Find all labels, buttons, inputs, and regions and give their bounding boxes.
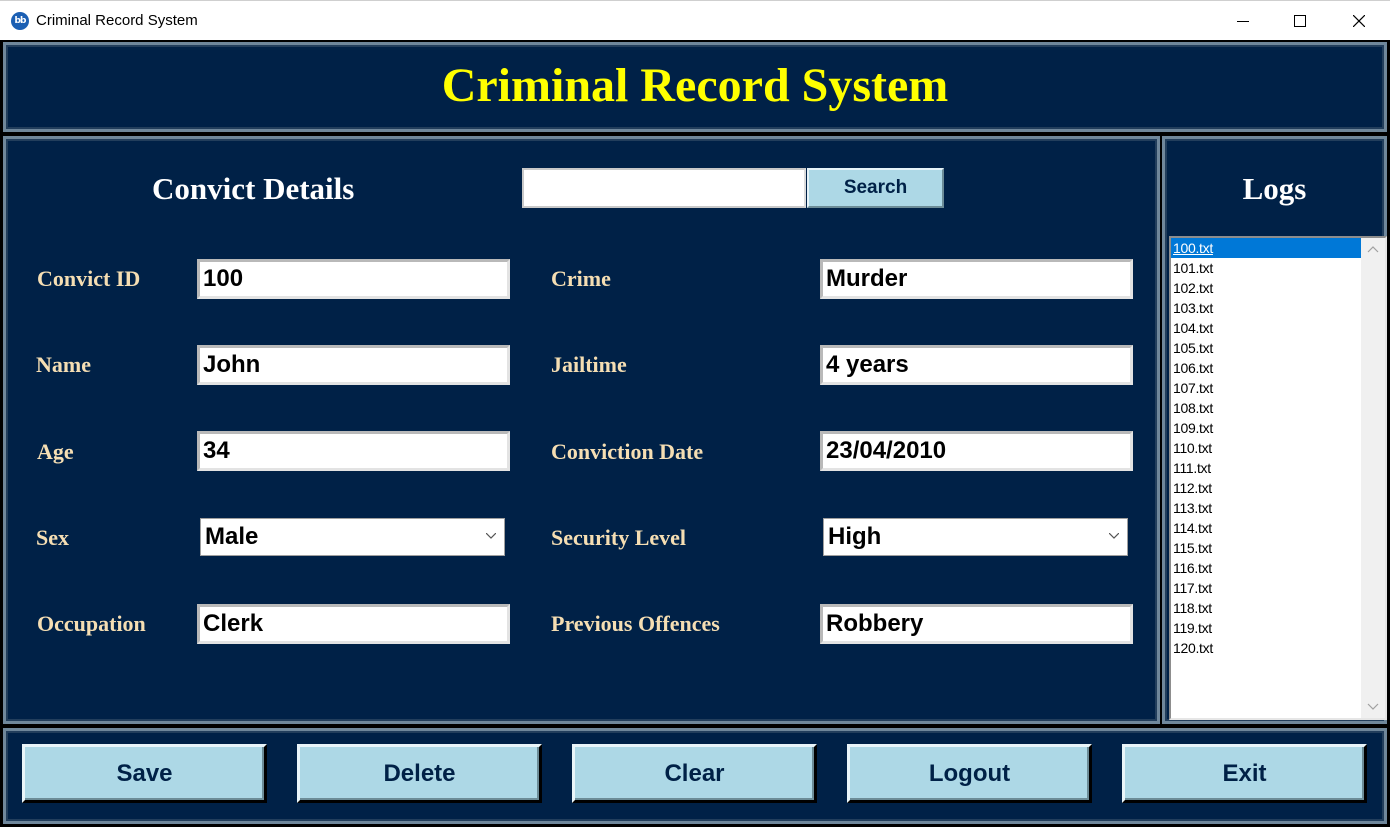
chevron-down-icon (486, 533, 496, 539)
log-item[interactable]: 120.txt (1171, 638, 1363, 658)
occupation-label: Occupation (37, 611, 146, 636)
log-item[interactable]: 113.txt (1171, 498, 1363, 518)
previous-offences-label: Previous Offences (551, 611, 720, 636)
age-label: Age (37, 439, 74, 464)
name-label: Name (36, 352, 91, 377)
log-item[interactable]: 106.txt (1171, 358, 1363, 378)
log-item[interactable]: 105.txt (1171, 338, 1363, 358)
security-level-select[interactable]: High (823, 518, 1128, 556)
logout-button[interactable]: Logout (847, 744, 1092, 803)
previous-offences-field[interactable]: Robbery (820, 604, 1133, 644)
conviction-date-label: Conviction Date (551, 439, 704, 464)
jailtime-field[interactable]: 4 years (820, 345, 1133, 385)
name-field[interactable]: John (197, 345, 510, 385)
age-field[interactable]: 34 (197, 431, 510, 471)
app-logo-icon: bb (11, 12, 29, 30)
log-item[interactable]: 115.txt (1171, 538, 1363, 558)
log-item[interactable]: 101.txt (1171, 258, 1363, 278)
jailtime-label: Jailtime (551, 352, 627, 377)
convict-id-field[interactable]: 100 (197, 259, 510, 299)
crime-label: Crime (551, 266, 611, 291)
minimize-icon (1237, 21, 1249, 22)
convict-details-heading: Convict Details (152, 171, 355, 206)
sex-select-value: Male (205, 523, 259, 550)
search-button[interactable]: Search (807, 168, 944, 208)
sex-select[interactable]: Male (200, 518, 505, 556)
log-item[interactable]: 111.txt (1171, 458, 1363, 478)
security-level-select-value: High (828, 523, 882, 550)
search-input[interactable] (522, 168, 806, 208)
log-item[interactable]: 107.txt (1171, 378, 1363, 398)
delete-button[interactable]: Delete (297, 744, 542, 803)
close-button[interactable] (1330, 1, 1388, 41)
log-item[interactable]: 108.txt (1171, 398, 1363, 418)
maximize-icon (1294, 15, 1306, 27)
app-heading: Criminal Record System (441, 59, 949, 112)
log-item[interactable]: 109.txt (1171, 418, 1363, 438)
scroll-up-arrow-icon[interactable] (1367, 244, 1379, 256)
logs-heading: Logs (1242, 171, 1307, 206)
log-item[interactable]: 112.txt (1171, 478, 1363, 498)
log-item[interactable]: 100.txt (1171, 238, 1363, 258)
close-icon (1353, 15, 1365, 27)
occupation-field[interactable]: Clerk (197, 604, 510, 644)
logs-listbox[interactable]: 100.txt 101.txt 102.txt 103.txt 104.txt 105.t… (1169, 236, 1387, 720)
log-item[interactable]: 103.txt (1171, 298, 1363, 318)
window-titlebar: bb Criminal Record System (0, 0, 1390, 40)
exit-button[interactable]: Exit (1122, 744, 1367, 803)
log-item[interactable]: 116.txt (1171, 558, 1363, 578)
log-item[interactable]: 102.txt (1171, 278, 1363, 298)
security-level-label: Security Level (551, 525, 687, 550)
maximize-button[interactable] (1272, 1, 1330, 41)
crime-field[interactable]: Murder (820, 259, 1133, 299)
logs-scrollbar[interactable] (1361, 238, 1385, 718)
sex-label: Sex (36, 525, 69, 550)
log-item[interactable]: 119.txt (1171, 618, 1363, 638)
log-item[interactable]: 114.txt (1171, 518, 1363, 538)
window-title: Criminal Record System (36, 12, 198, 29)
clear-button[interactable]: Clear (572, 744, 817, 803)
convict-id-label: Convict ID (37, 266, 141, 291)
conviction-date-field[interactable]: 23/04/2010 (820, 431, 1133, 471)
minimize-button[interactable] (1215, 1, 1273, 41)
chevron-down-icon (1109, 533, 1119, 539)
log-item[interactable]: 110.txt (1171, 438, 1363, 458)
log-item[interactable]: 118.txt (1171, 598, 1363, 618)
log-item[interactable]: 117.txt (1171, 578, 1363, 598)
log-item[interactable]: 104.txt (1171, 318, 1363, 338)
scroll-down-arrow-icon[interactable] (1367, 700, 1379, 712)
save-button[interactable]: Save (22, 744, 267, 803)
